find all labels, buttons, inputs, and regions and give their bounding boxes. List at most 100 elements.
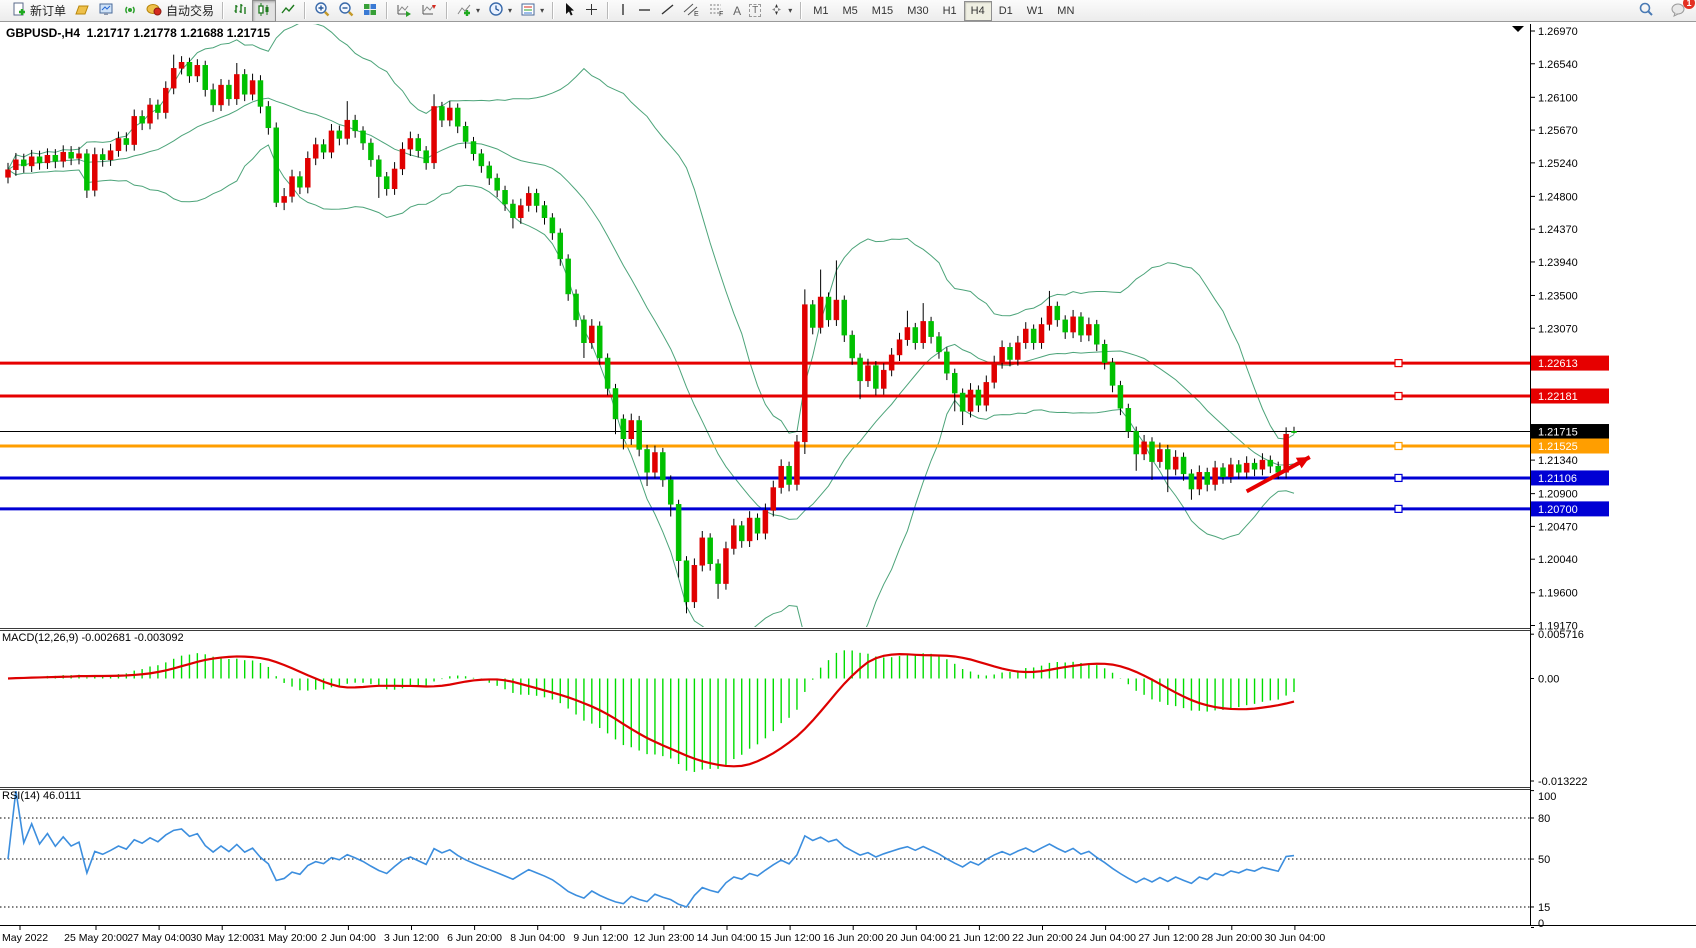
chart-shift-marker [1512, 26, 1524, 32]
svg-text:30 Jun 04:00: 30 Jun 04:00 [1265, 932, 1326, 944]
signal-icon [122, 2, 138, 20]
svg-text:28 Jun 20:00: 28 Jun 20:00 [1201, 932, 1262, 944]
svg-text:1.21340: 1.21340 [1538, 455, 1578, 467]
tf-m5-button[interactable]: M5 [836, 1, 865, 21]
signals-button[interactable] [118, 0, 142, 22]
toolbar-separator [552, 2, 554, 19]
dropdown-arrow-icon: ▾ [540, 6, 544, 15]
svg-text:16 Jun 20:00: 16 Jun 20:00 [823, 932, 884, 944]
tf-d1-button[interactable]: D1 [992, 1, 1020, 21]
autotrade-label: 自动交易 [166, 2, 214, 19]
svg-text:1.26970: 1.26970 [1538, 26, 1578, 38]
svg-text:1.25240: 1.25240 [1538, 158, 1578, 170]
svg-text:0.005716: 0.005716 [1538, 629, 1584, 641]
template-icon [520, 2, 536, 20]
svg-text:80: 80 [1538, 813, 1550, 825]
dropdown-arrow-icon: ▾ [476, 6, 480, 15]
indicators-icon [456, 2, 472, 20]
hline-handle [1395, 360, 1402, 367]
tf-m1-button[interactable]: M1 [806, 1, 835, 21]
fibonacci-tool-button[interactable]: F [704, 0, 729, 22]
svg-text:1.24370: 1.24370 [1538, 224, 1578, 236]
auto-scroll-button[interactable] [392, 0, 417, 22]
main-toolbar: 新订单 自动交易 [0, 0, 1696, 22]
svg-text:1.20040: 1.20040 [1538, 554, 1578, 566]
toolbar-separator [607, 2, 609, 19]
tf-mn-button[interactable]: MN [1050, 1, 1081, 21]
dropdown-arrow-icon: ▾ [508, 6, 512, 15]
indicators-button[interactable]: ▾ [452, 0, 484, 22]
zoom-in-button[interactable] [310, 0, 334, 22]
svg-text:22 Jun 20:00: 22 Jun 20:00 [1012, 932, 1073, 944]
horizontal-line-tool-button[interactable] [633, 0, 656, 22]
svg-text:30 May 12:00: 30 May 12:00 [190, 932, 254, 944]
chart-title: GBPUSD-,H4 1.21717 1.21778 1.21688 1.217… [6, 26, 270, 40]
price-chart-canvas[interactable]: 1.269701.265401.261001.256701.252401.248… [0, 0, 1696, 948]
svg-text:0: 0 [1538, 918, 1544, 930]
svg-text:May 2022: May 2022 [2, 932, 48, 944]
svg-text:21 Jun 12:00: 21 Jun 12:00 [949, 932, 1010, 944]
svg-text:1.21715: 1.21715 [1538, 427, 1578, 439]
chart-shift-icon [421, 2, 438, 20]
trendline-tool-button[interactable] [656, 0, 679, 22]
svg-text:1.20700: 1.20700 [1538, 504, 1578, 516]
candlestick-chart-type-button[interactable] [252, 0, 276, 22]
svg-text:1.23070: 1.23070 [1538, 323, 1578, 335]
text-label-tool-button[interactable]: T [745, 0, 765, 22]
autotrade-icon [146, 2, 163, 20]
tf-h4-button[interactable]: H4 [964, 1, 992, 21]
candles-layer [6, 55, 1297, 614]
line-chart-type-button[interactable] [276, 0, 300, 22]
tf-h1-button[interactable]: H1 [936, 1, 964, 21]
periods-button[interactable]: ▾ [484, 0, 516, 22]
svg-text:1.26540: 1.26540 [1538, 59, 1578, 71]
svg-text:50: 50 [1538, 854, 1550, 866]
market-watch-button[interactable] [94, 0, 118, 22]
bar-chart-type-button[interactable] [228, 0, 252, 22]
tf-m15-button[interactable]: M15 [865, 1, 900, 21]
svg-text:31 May 20:00: 31 May 20:00 [253, 932, 317, 944]
candlestick-chart-icon [256, 2, 272, 20]
toolbar-separator [304, 2, 306, 19]
main-pane [0, 23, 1530, 676]
line-chart-icon [280, 2, 296, 20]
svg-text:1.21106: 1.21106 [1538, 473, 1577, 485]
crosshair-button[interactable] [580, 0, 603, 22]
search-button[interactable] [1634, 0, 1658, 22]
horizontal-line-icon [637, 2, 652, 20]
tf-w1-button[interactable]: W1 [1020, 1, 1051, 21]
svg-text:24 Jun 04:00: 24 Jun 04:00 [1075, 932, 1136, 944]
toolbar-separator [386, 2, 388, 19]
svg-text:1.20470: 1.20470 [1538, 521, 1578, 533]
svg-text:1.26100: 1.26100 [1538, 92, 1578, 104]
zoom-out-button[interactable] [334, 0, 358, 22]
fibonacci-icon: F [708, 2, 725, 20]
new-order-button[interactable]: 新订单 [8, 0, 70, 22]
new-order-label: 新订单 [30, 2, 66, 19]
svg-text:15 Jun 12:00: 15 Jun 12:00 [760, 932, 821, 944]
arrows-tool-icon [769, 2, 784, 20]
svg-text:1.24800: 1.24800 [1538, 191, 1578, 203]
svg-text:100: 100 [1538, 791, 1556, 803]
arrows-tool-button[interactable]: ▾ [765, 0, 796, 22]
chart-shift-button[interactable] [417, 0, 442, 22]
toolbar-separator [222, 2, 224, 19]
time-axis[interactable]: May 202225 May 20:0027 May 04:0030 May 1… [2, 926, 1325, 944]
svg-text:1.23500: 1.23500 [1538, 290, 1578, 302]
tf-m30-button[interactable]: M30 [900, 1, 935, 21]
autotrade-button[interactable]: 自动交易 [142, 0, 218, 22]
market-watch-icon [98, 2, 114, 20]
channel-tool-button[interactable]: E [679, 0, 704, 22]
vertical-line-tool-button[interactable] [613, 0, 633, 22]
text-tool-button[interactable]: A [729, 0, 745, 22]
profiles-button[interactable] [70, 0, 94, 22]
auto-scroll-icon [396, 2, 413, 20]
text-label-icon: T [749, 4, 761, 17]
templates-button[interactable]: ▾ [516, 0, 548, 22]
notification-badge: 1 [1683, 0, 1695, 9]
notifications-button[interactable]: 1 [1666, 0, 1690, 22]
tile-windows-button[interactable] [358, 0, 382, 22]
price-axis[interactable]: 1.269701.265401.261001.256701.252401.248… [1531, 26, 1609, 633]
hline-handle [1395, 393, 1402, 400]
cursor-button[interactable] [558, 0, 580, 22]
